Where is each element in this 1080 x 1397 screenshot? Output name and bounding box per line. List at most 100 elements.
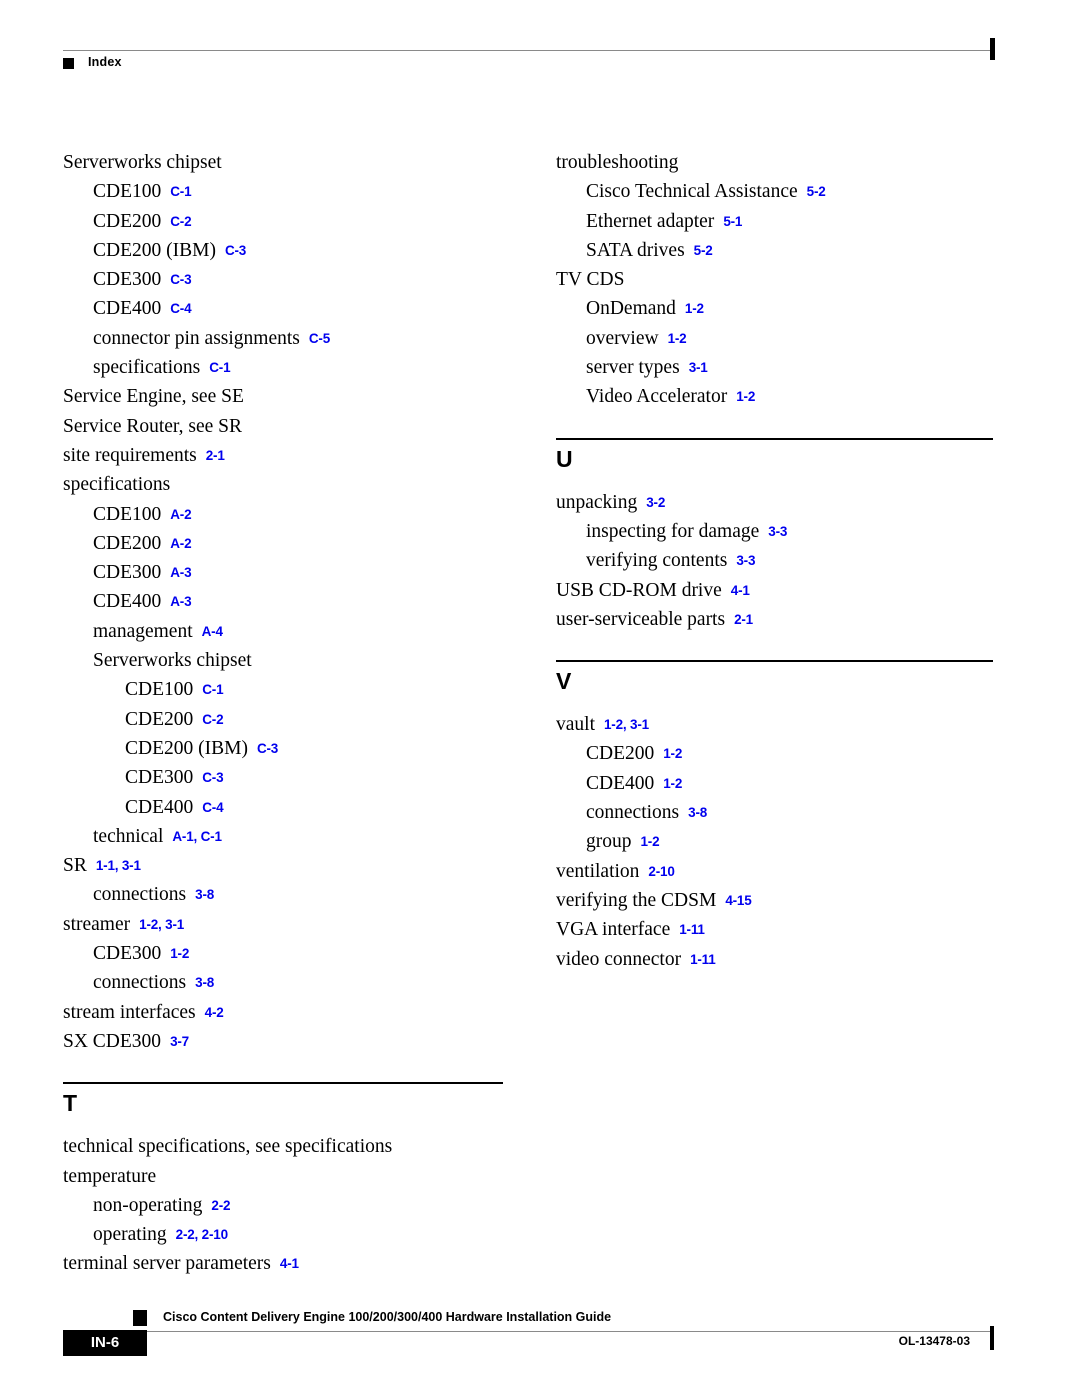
index-entry-page-refs[interactable]: C-3	[225, 243, 246, 258]
index-entry-page-refs[interactable]: 1-2	[663, 746, 682, 761]
index-entry[interactable]: USB CD-ROM drive 4-1	[556, 576, 1026, 605]
index-entry-page-refs[interactable]: 4-1	[280, 1256, 299, 1271]
index-entry[interactable]: CDE100 C-1	[63, 177, 533, 206]
index-entry-page-refs[interactable]: A-4	[202, 624, 223, 639]
index-entry[interactable]: CDE400 A-3	[63, 587, 533, 616]
index-entry-page-refs[interactable]: 1-2	[641, 834, 660, 849]
index-entry[interactable]: operating 2-2, 2-10	[63, 1220, 533, 1249]
index-entry-page-refs[interactable]: 1-2	[170, 946, 189, 961]
index-entry[interactable]: CDE300 C-3	[63, 763, 533, 792]
index-entry[interactable]: video connector 1-11	[556, 945, 1026, 974]
index-entry-page-refs[interactable]: A-1, C-1	[172, 829, 222, 844]
index-entry[interactable]: CDE200 (IBM) C-3	[63, 734, 533, 763]
index-entry[interactable]: Ethernet adapter 5-1	[556, 207, 1026, 236]
index-entry-page-refs[interactable]: A-3	[170, 565, 191, 580]
index-entry[interactable]: inspecting for damage 3-3	[556, 517, 1026, 546]
index-entry[interactable]: stream interfaces 4-2	[63, 998, 533, 1027]
index-entry[interactable]: user-serviceable parts 2-1	[556, 605, 1026, 634]
index-entry[interactable]: CDE200 C-2	[63, 705, 533, 734]
index-entry-page-refs[interactable]: 1-2, 3-1	[604, 717, 649, 732]
index-entry[interactable]: Video Accelerator 1-2	[556, 382, 1026, 411]
index-entry[interactable]: CDE200 C-2	[63, 207, 533, 236]
index-entry[interactable]: ventilation 2-10	[556, 857, 1026, 886]
index-entry-page-refs[interactable]: 3-8	[688, 805, 707, 820]
index-entry[interactable]: TV CDS	[556, 265, 1026, 294]
index-entry-page-refs[interactable]: 5-2	[807, 184, 826, 199]
index-entry[interactable]: CDE300 A-3	[63, 558, 533, 587]
index-entry-page-refs[interactable]: 2-2, 2-10	[176, 1227, 228, 1242]
index-entry-page-refs[interactable]: 2-1	[734, 612, 753, 627]
index-entry[interactable]: SATA drives 5-2	[556, 236, 1026, 265]
index-entry-page-refs[interactable]: C-3	[202, 770, 223, 785]
index-entry-page-refs[interactable]: 3-8	[195, 975, 214, 990]
index-entry[interactable]: OnDemand 1-2	[556, 294, 1026, 323]
index-entry-page-refs[interactable]: 3-7	[170, 1034, 189, 1049]
index-entry-page-refs[interactable]: C-2	[202, 712, 223, 727]
index-entry-page-refs[interactable]: 1-1, 3-1	[96, 858, 141, 873]
index-entry-page-refs[interactable]: 3-8	[195, 887, 214, 902]
index-entry-page-refs[interactable]: 3-3	[768, 524, 787, 539]
index-entry-page-refs[interactable]: C-2	[170, 214, 191, 229]
index-entry[interactable]: verifying contents 3-3	[556, 546, 1026, 575]
index-entry-page-refs[interactable]: 1-11	[690, 952, 716, 967]
index-entry[interactable]: Serverworks chipset	[63, 646, 533, 675]
index-entry[interactable]: technical specifications, see specificat…	[63, 1132, 533, 1161]
index-entry[interactable]: terminal server parameters 4-1	[63, 1249, 533, 1278]
index-entry[interactable]: connections 3-8	[63, 880, 533, 909]
index-entry-page-refs[interactable]: C-4	[202, 800, 223, 815]
index-entry[interactable]: Serverworks chipset	[63, 148, 533, 177]
index-entry[interactable]: CDE200 A-2	[63, 529, 533, 558]
index-entry-page-refs[interactable]: C-1	[170, 184, 191, 199]
index-entry-page-refs[interactable]: 4-15	[725, 893, 751, 908]
index-entry[interactable]: temperature	[63, 1162, 533, 1191]
index-entry-page-refs[interactable]: 2-2	[211, 1198, 230, 1213]
index-entry[interactable]: CDE100 C-1	[63, 675, 533, 704]
index-entry[interactable]: CDE400 C-4	[63, 294, 533, 323]
index-entry[interactable]: connections 3-8	[63, 968, 533, 997]
index-entry[interactable]: CDE300 C-3	[63, 265, 533, 294]
index-entry[interactable]: Service Router, see SR	[63, 412, 533, 441]
index-entry-page-refs[interactable]: C-4	[170, 301, 191, 316]
index-entry-page-refs[interactable]: 1-2	[736, 389, 755, 404]
index-entry-page-refs[interactable]: A-3	[170, 594, 191, 609]
index-entry-page-refs[interactable]: C-3	[170, 272, 191, 287]
index-entry[interactable]: CDE400 C-4	[63, 793, 533, 822]
index-entry[interactable]: SX CDE300 3-7	[63, 1027, 533, 1056]
index-entry[interactable]: management A-4	[63, 617, 533, 646]
index-entry-page-refs[interactable]: C-3	[257, 741, 278, 756]
index-entry[interactable]: CDE400 1-2	[556, 769, 1026, 798]
index-entry[interactable]: non-operating 2-2	[63, 1191, 533, 1220]
index-entry-page-refs[interactable]: 1-2	[663, 776, 682, 791]
index-entry[interactable]: group 1-2	[556, 827, 1026, 856]
index-entry-page-refs[interactable]: 1-2	[668, 331, 687, 346]
index-entry[interactable]: site requirements 2-1	[63, 441, 533, 470]
index-entry-page-refs[interactable]: 2-10	[648, 864, 674, 879]
index-entry-page-refs[interactable]: A-2	[170, 536, 191, 551]
index-entry-page-refs[interactable]: A-2	[170, 507, 191, 522]
index-entry-page-refs[interactable]: C-5	[309, 331, 330, 346]
index-entry-page-refs[interactable]: 2-1	[206, 448, 225, 463]
index-entry-page-refs[interactable]: 3-3	[736, 553, 755, 568]
index-entry[interactable]: CDE200 (IBM) C-3	[63, 236, 533, 265]
index-entry-page-refs[interactable]: 5-2	[694, 243, 713, 258]
index-entry-page-refs[interactable]: C-1	[202, 682, 223, 697]
index-entry-page-refs[interactable]: 4-1	[731, 583, 750, 598]
index-entry[interactable]: verifying the CDSM 4-15	[556, 886, 1026, 915]
index-entry[interactable]: overview 1-2	[556, 324, 1026, 353]
index-entry[interactable]: Cisco Technical Assistance 5-2	[556, 177, 1026, 206]
index-entry[interactable]: technical A-1, C-1	[63, 822, 533, 851]
index-entry[interactable]: connector pin assignments C-5	[63, 324, 533, 353]
index-entry[interactable]: SR 1-1, 3-1	[63, 851, 533, 880]
index-entry-page-refs[interactable]: 5-1	[723, 214, 742, 229]
index-entry[interactable]: specifications	[63, 470, 533, 499]
index-entry[interactable]: vault 1-2, 3-1	[556, 710, 1026, 739]
index-entry-page-refs[interactable]: 1-11	[679, 922, 705, 937]
index-entry[interactable]: streamer 1-2, 3-1	[63, 910, 533, 939]
index-entry[interactable]: VGA interface 1-11	[556, 915, 1026, 944]
index-entry-page-refs[interactable]: 1-2, 3-1	[139, 917, 184, 932]
index-entry[interactable]: connections 3-8	[556, 798, 1026, 827]
index-entry-page-refs[interactable]: 4-2	[205, 1005, 224, 1020]
index-entry-page-refs[interactable]: C-1	[209, 360, 230, 375]
index-entry[interactable]: server types 3-1	[556, 353, 1026, 382]
index-entry[interactable]: CDE300 1-2	[63, 939, 533, 968]
